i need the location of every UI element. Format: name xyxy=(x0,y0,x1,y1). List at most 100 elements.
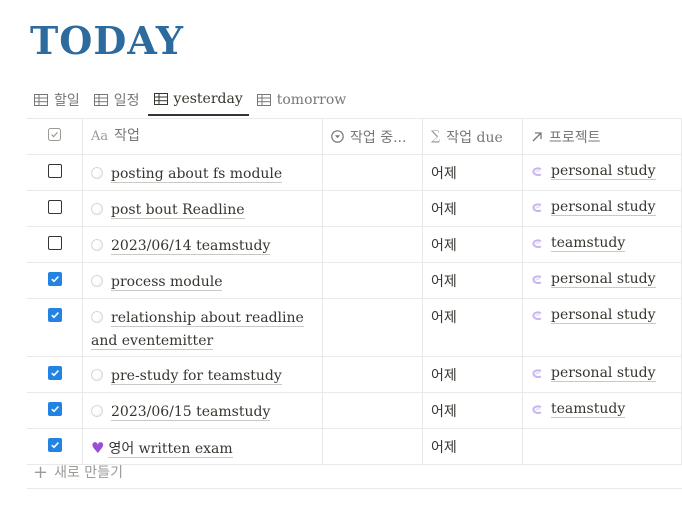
status-cell[interactable] xyxy=(323,227,423,262)
checkmark-icon xyxy=(50,406,59,413)
table-row[interactable]: post bout Readline 어제 personal study xyxy=(27,191,682,227)
due-cell[interactable]: 어제 xyxy=(423,263,523,298)
new-row-button[interactable]: + 새로 만들기 xyxy=(27,456,682,489)
name-cell[interactable]: process module xyxy=(83,263,323,298)
due-value: 어제 xyxy=(431,166,457,182)
due-cell[interactable]: 어제 xyxy=(423,191,523,226)
name-cell[interactable]: 2023/06/14 teamstudy archive xyxy=(83,227,323,262)
column-label: 작업 중... xyxy=(350,129,407,146)
page-icon xyxy=(91,239,103,251)
project-name[interactable]: personal study xyxy=(551,199,656,216)
tab-label: yesterday xyxy=(173,91,243,107)
due-cell[interactable]: 어제 xyxy=(423,393,523,428)
task-title-link[interactable]: post bout Readline xyxy=(111,202,245,219)
checkbox-checked[interactable] xyxy=(47,438,62,452)
checkbox-checked[interactable] xyxy=(47,308,62,322)
column-header-name[interactable]: Aa 작업 xyxy=(83,119,323,154)
checkmark-icon xyxy=(50,312,59,319)
project-relation[interactable]: personal study xyxy=(531,163,656,180)
table-row[interactable]: 2023/06/15 teamstudy archive 어제 teamstudy xyxy=(27,393,682,429)
project-relation[interactable]: personal study xyxy=(531,307,656,324)
column-header-check[interactable] xyxy=(27,119,83,154)
task-title-link[interactable]: 2023/06/15 teamstudy archive xyxy=(91,404,271,428)
checkbox-unchecked[interactable] xyxy=(47,164,62,178)
due-cell[interactable]: 어제 xyxy=(423,227,523,262)
tab-label: tomorrow xyxy=(276,92,347,108)
project-cell[interactable]: personal study xyxy=(523,357,682,392)
status-icon xyxy=(331,130,344,143)
task-title-link[interactable]: pre-study for teamstudy xyxy=(111,368,282,385)
checkbox-cell xyxy=(27,263,83,298)
tab-yesterday[interactable]: yesterday xyxy=(147,84,249,116)
due-cell[interactable]: 어제 xyxy=(423,357,523,392)
project-page-icon xyxy=(531,274,543,286)
task-title-link[interactable]: 2023/06/14 teamstudy archive xyxy=(91,238,271,262)
table-row[interactable]: process module 어제 personal study xyxy=(27,263,682,299)
project-page-icon xyxy=(531,166,543,178)
name-cell[interactable]: relationship about readline and eventemi… xyxy=(83,299,323,356)
project-name[interactable]: personal study xyxy=(551,271,656,288)
table-header: Aa 작업 작업 중... ∑ 작업 due 프로젝트 xyxy=(27,118,682,155)
project-cell[interactable]: teamstudy xyxy=(523,227,682,262)
tab-todo[interactable]: 할일 xyxy=(28,84,86,116)
project-relation[interactable]: teamstudy xyxy=(531,235,626,252)
checkbox-checked[interactable] xyxy=(47,366,62,380)
name-cell[interactable]: 2023/06/15 teamstudy archive xyxy=(83,393,323,428)
table-row[interactable]: relationship about readline and eventemi… xyxy=(27,299,682,357)
column-label: 작업 xyxy=(114,128,140,144)
checkbox-cell xyxy=(27,191,83,226)
checkbox-cell xyxy=(27,357,83,392)
tab-schedule[interactable]: 일정 xyxy=(88,84,146,116)
tab-tomorrow[interactable]: tomorrow xyxy=(251,84,353,116)
task-title-link[interactable]: posting about fs module xyxy=(111,166,283,183)
task-title-link[interactable]: process module xyxy=(111,274,223,291)
project-cell[interactable]: personal study xyxy=(523,191,682,226)
name-cell[interactable]: pre-study for teamstudy xyxy=(83,357,323,392)
table-row[interactable]: 2023/06/14 teamstudy archive 어제 teamstudy xyxy=(27,227,682,263)
project-name[interactable]: teamstudy xyxy=(551,235,626,252)
project-cell[interactable]: personal study xyxy=(523,299,682,356)
page-icon xyxy=(91,203,103,215)
checkbox-unchecked[interactable] xyxy=(47,236,62,250)
project-relation[interactable]: teamstudy xyxy=(531,401,626,418)
tab-label: 할일 xyxy=(54,93,80,109)
checkmark-icon xyxy=(50,370,59,377)
status-cell[interactable] xyxy=(323,155,423,190)
project-relation[interactable]: personal study xyxy=(531,199,656,216)
due-cell[interactable]: 어제 xyxy=(423,155,523,190)
project-cell[interactable]: personal study xyxy=(523,155,682,190)
status-cell[interactable] xyxy=(323,191,423,226)
project-name[interactable]: teamstudy xyxy=(551,401,626,418)
table-icon xyxy=(153,93,168,105)
table-row[interactable]: pre-study for teamstudy 어제 personal study xyxy=(27,357,682,393)
project-name[interactable]: personal study xyxy=(551,163,656,180)
column-header-project[interactable]: 프로젝트 xyxy=(523,119,682,154)
status-cell[interactable] xyxy=(323,393,423,428)
column-header-due[interactable]: ∑ 작업 due xyxy=(423,119,523,154)
checkbox-checked[interactable] xyxy=(47,402,62,416)
task-title-link[interactable]: relationship about readline and eventemi… xyxy=(91,310,304,350)
due-cell[interactable]: 어제 xyxy=(423,299,523,356)
page-icon xyxy=(91,369,103,381)
checkbox-cell xyxy=(27,393,83,428)
project-cell[interactable]: teamstudy xyxy=(523,393,682,428)
status-cell[interactable] xyxy=(323,299,423,356)
status-cell[interactable] xyxy=(323,357,423,392)
name-cell[interactable]: posting about fs module xyxy=(83,155,323,190)
status-cell[interactable] xyxy=(323,263,423,298)
project-cell[interactable]: personal study xyxy=(523,263,682,298)
tab-label: 일정 xyxy=(113,93,140,109)
checkbox-icon xyxy=(48,128,61,145)
table-row[interactable]: posting about fs module 어제 personal study xyxy=(27,155,682,191)
project-page-icon xyxy=(531,238,543,250)
project-name[interactable]: personal study xyxy=(551,365,656,382)
project-relation[interactable]: personal study xyxy=(531,271,656,288)
column-header-status[interactable]: 작업 중... xyxy=(323,119,423,154)
name-cell[interactable]: post bout Readline xyxy=(83,191,323,226)
project-relation[interactable]: personal study xyxy=(531,365,656,382)
new-row-label: 새로 만들기 xyxy=(54,465,123,481)
checkbox-unchecked[interactable] xyxy=(47,200,62,214)
project-page-icon xyxy=(531,368,543,380)
project-name[interactable]: personal study xyxy=(551,307,656,324)
checkbox-checked[interactable] xyxy=(47,272,62,286)
